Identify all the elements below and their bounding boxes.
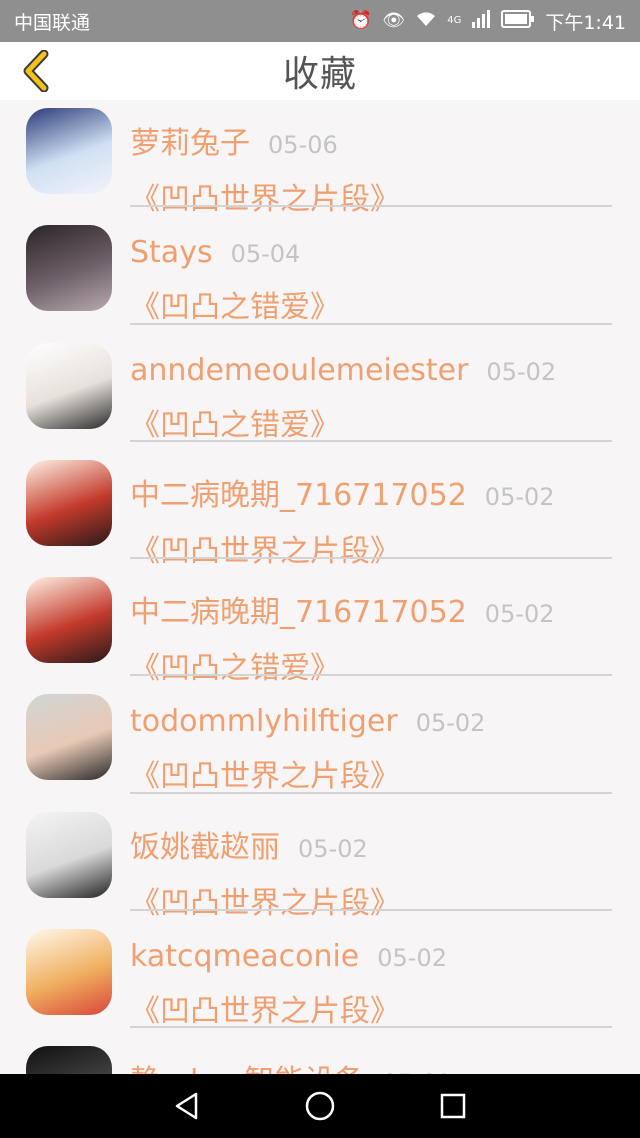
item-date: 05-02 [484,482,555,511]
divider [130,1026,612,1029]
list-item[interactable]: 中二病晚期_716717052 05-02 《凹凸世界之片段》 [0,452,640,569]
list-item[interactable]: 萝莉兔子 05-06 《凹凸世界之片段》 [0,100,640,217]
signal-icon [471,10,491,32]
item-date: 05-02 [415,709,486,738]
eye-icon: 👁 [382,10,406,31]
alarm-icon: ⏰ [349,10,373,31]
item-header-row: Stays 05-04 [130,235,612,270]
divider [130,791,612,794]
status-bar: 中国联通 ⏰ 👁 4G 下午1:41 [0,0,640,42]
app-header: 收藏 [0,42,640,100]
divider [130,322,612,325]
item-date: 05-02 [484,600,555,629]
user-name[interactable]: anndemeoulemeiester [130,353,468,388]
user-name[interactable]: todommlyhilftiger [130,704,398,739]
avatar[interactable] [26,459,112,546]
favorites-list[interactable]: 萝莉兔子 05-06 《凹凸世界之片段》 Stays 05-04 《凹凸之错爱》 annde… [0,100,640,1074]
avatar[interactable] [26,108,112,194]
network-type-label: 4G [447,15,462,26]
avatar[interactable] [26,225,112,312]
carrier-label: 中国联通 [14,11,91,34]
story-title[interactable]: 《凹凸世界之片段》 [130,878,612,922]
divider [130,674,612,677]
story-title[interactable]: 《凹凸之错爱》 [130,643,612,687]
story-title[interactable]: 《凹凸之错爱》 [130,400,612,444]
item-date: 05-02 [377,944,447,973]
story-title[interactable]: 《凹凸之错爱》 [130,282,612,326]
list-item[interactable]: 饭姚截趑丽 05-02 《凹凸世界之片段》 [0,804,640,921]
system-nav-bar [0,1074,640,1138]
divider [130,909,612,912]
item-header-row: 饭姚截趑丽 05-02 [130,822,612,866]
divider [130,439,612,442]
battery-icon [501,10,535,32]
item-text: 饭姚截趑丽 05-02 《凹凸世界之片段》 [130,822,612,922]
user-name[interactable]: 中二病晚期_716717052 [130,587,467,631]
item-text: katcqmeaconie 05-02 《凹凸世界之片段》 [130,939,612,1030]
list-item[interactable]: anndemeoulemeiester 05-02 《凹凸之错爱》 [0,335,640,452]
item-date: 05-02 [298,834,368,863]
story-title[interactable]: 《凹凸世界之片段》 [130,751,612,795]
nav-home-button[interactable] [300,1086,340,1126]
square-recents-icon [441,1093,466,1119]
story-title[interactable]: 《凹凸世界之片段》 [130,174,612,218]
item-text: 萝莉兔子 05-06 《凹凸世界之片段》 [130,118,612,218]
page-title: 收藏 [282,54,357,95]
item-header-row: 中二病晚期_716717052 05-02 [130,587,612,631]
user-name[interactable]: 萝莉兔子 [130,118,250,162]
list-item[interactable]: 中二病晚期_716717052 05-02 《凹凸之错爱》 [0,569,640,686]
item-header-row: 静yrbox智能设备05-01 [130,1056,612,1074]
user-name[interactable]: Stays [130,235,213,270]
avatar[interactable] [26,577,112,664]
avatar[interactable] [26,929,112,1016]
nav-back-button[interactable] [167,1086,207,1126]
list-item[interactable]: Stays 05-04 《凹凸之错爱》 [0,217,640,334]
item-header-row: 萝莉兔子 05-06 [130,118,612,162]
back-button[interactable] [14,48,58,94]
wifi-icon [415,10,437,32]
avatar[interactable] [26,342,112,429]
nav-recents-button[interactable] [433,1086,473,1126]
item-text: 中二病晚期_716717052 05-02 《凹凸世界之片段》 [130,470,612,570]
list-item[interactable]: todommlyhilftiger 05-02 《凹凸世界之片段》 [0,686,640,803]
item-date: 05-06 [268,131,338,159]
item-header-row: katcqmeaconie 05-02 [130,939,612,974]
status-icons: ⏰ 👁 4G 下午1:41 [350,8,626,35]
item-header-row: anndemeoulemeiester 05-02 [130,353,612,388]
chevron-left-icon [23,50,49,92]
avatar[interactable] [26,694,112,781]
circle-home-icon [305,1091,335,1121]
item-text: 静yrbox智能设备05-01 [130,1056,612,1074]
item-date: 05-04 [230,240,301,269]
user-name[interactable]: 中二病晚期_716717052 [130,470,467,514]
item-header-row: 中二病晚期_716717052 05-02 [130,470,612,514]
item-text: todommlyhilftiger 05-02 《凹凸世界之片段》 [130,704,612,795]
item-header-row: todommlyhilftiger 05-02 [130,704,612,739]
avatar[interactable] [26,811,112,898]
story-title[interactable]: 《凹凸世界之片段》 [130,526,612,570]
item-text: anndemeoulemeiester 05-02 《凹凸之错爱》 [130,353,612,444]
user-name[interactable]: 静yrbox智能设备 [130,1056,364,1074]
item-text: Stays 05-04 《凹凸之错爱》 [130,235,612,326]
triangle-back-icon [175,1092,197,1120]
user-name[interactable]: 饭姚截趑丽 [130,822,280,866]
story-title[interactable]: 《凹凸世界之片段》 [130,986,612,1030]
item-text: 中二病晚期_716717052 05-02 《凹凸之错爱》 [130,587,612,687]
divider [130,205,612,208]
divider [130,557,612,560]
clock-label: 下午1:41 [545,11,626,34]
user-name[interactable]: katcqmeaconie [130,939,359,974]
list-item[interactable]: 静yrbox智能设备05-01 [0,1038,640,1074]
avatar[interactable] [26,1046,112,1074]
item-date: 05-02 [486,357,557,386]
list-item[interactable]: katcqmeaconie 05-02 《凹凸世界之片段》 [0,921,640,1038]
